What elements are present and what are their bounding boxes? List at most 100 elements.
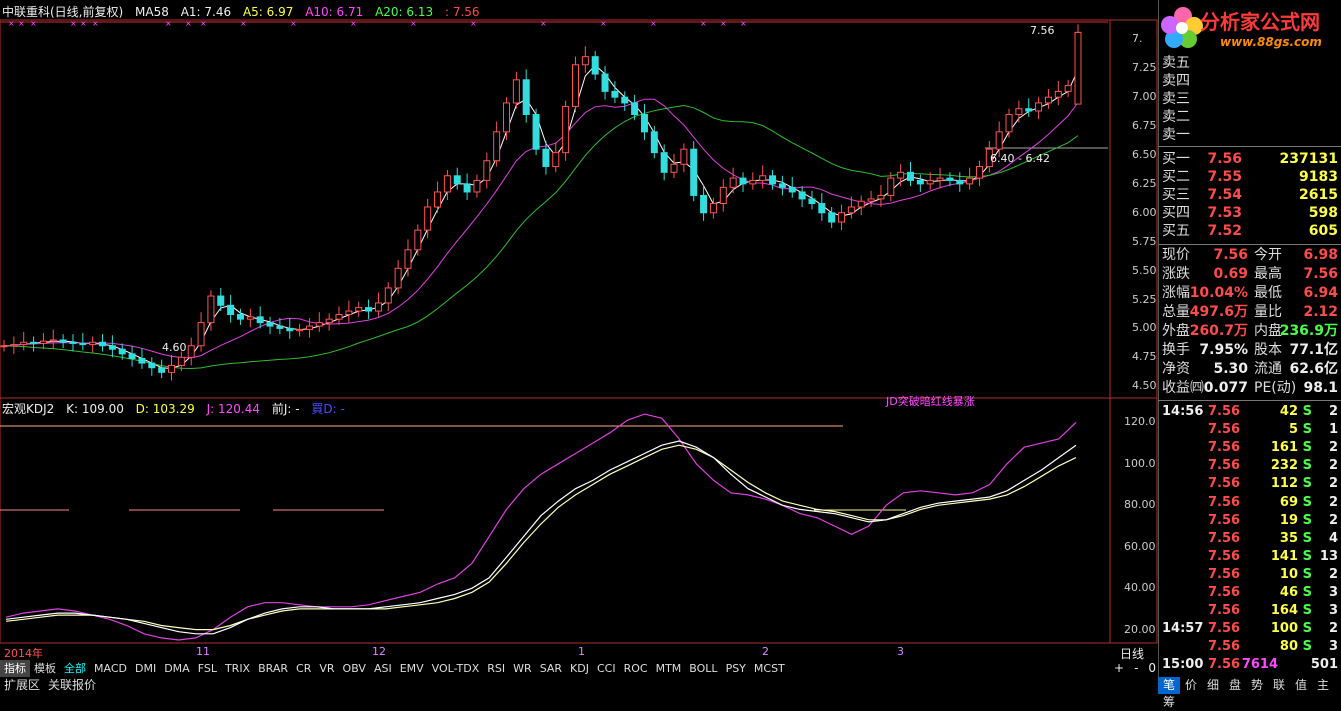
tab-dma[interactable]: DMA — [160, 660, 194, 677]
candle — [906, 161, 914, 187]
candle — [227, 294, 235, 323]
indicator-tick: 100.0 — [1124, 457, 1156, 470]
tab-cci[interactable]: CCI — [593, 660, 620, 677]
tab-关联报价[interactable]: 关联报价 — [44, 677, 100, 694]
cross-marker: × — [185, 19, 192, 28]
candle — [108, 335, 116, 358]
cross-marker: × — [70, 19, 77, 28]
panel-tab[interactable]: 联 — [1268, 677, 1290, 694]
tab-macd[interactable]: MACD — [90, 660, 131, 677]
tick-row[interactable]: 7.56 164 S 3 — [1162, 602, 1340, 620]
tab-指标[interactable]: 指标 — [0, 660, 30, 677]
panel-tab[interactable]: 细 — [1202, 677, 1224, 694]
tab-psy[interactable]: PSY — [722, 660, 750, 677]
tick-time: 14:56 — [1162, 404, 1204, 419]
tick-row[interactable]: 7.56 46 S 3 — [1162, 584, 1340, 602]
candle — [1064, 79, 1072, 98]
tab-obv[interactable]: OBV — [339, 660, 370, 677]
panel-tab[interactable]: 盘 — [1224, 677, 1246, 694]
tab-扩展区[interactable]: 扩展区 — [0, 677, 44, 694]
tick-row[interactable]: 14:56 7.56 42 S 2 — [1162, 403, 1340, 421]
panel-tab[interactable]: 笔 — [1158, 677, 1180, 694]
sell-row: 卖五 — [1162, 54, 1340, 72]
kdj-lines — [5, 413, 1077, 641]
order-price: 7.56 — [1207, 151, 1242, 167]
tick-row[interactable]: 7.56 141 S 13 — [1162, 548, 1340, 566]
candle — [739, 172, 747, 192]
candle — [966, 167, 974, 190]
tab-trix[interactable]: TRIX — [221, 660, 254, 677]
tick-volume: 7614 — [1241, 657, 1278, 673]
zoom-in-button[interactable]: + — [1114, 661, 1134, 675]
tab-boll[interactable]: BOLL — [685, 660, 721, 677]
tick-price: 7.56 — [1208, 585, 1241, 600]
tab-模板[interactable]: 模板 — [30, 660, 60, 677]
cross-marker: × — [350, 19, 357, 28]
panel-tab[interactable]: 主 — [1312, 677, 1334, 694]
tick-row[interactable]: 7.56 69 S 2 — [1162, 494, 1340, 512]
tick-row[interactable]: 7.56 80 S 3 — [1162, 638, 1340, 656]
logo-url[interactable]: www.88gs.com — [1220, 35, 1322, 49]
tab-mtm[interactable]: MTM — [652, 660, 686, 677]
candle — [818, 193, 826, 221]
panel-tab[interactable]: 筹 — [1158, 694, 1180, 711]
tick-row[interactable]: 7.56 161 S 2 — [1162, 439, 1340, 457]
candle — [39, 333, 47, 350]
tab-vol-tdx[interactable]: VOL-TDX — [428, 660, 484, 677]
tab-cr[interactable]: CR — [292, 660, 315, 677]
indicator-tick: 80.00 — [1124, 498, 1156, 511]
tab-roc[interactable]: ROC — [620, 660, 652, 677]
tab-全部[interactable]: 全部 — [60, 660, 90, 677]
candle — [808, 190, 816, 210]
tick-count: 1 — [1328, 422, 1338, 438]
tab-vr[interactable]: VR — [315, 660, 338, 677]
order-price: 7.52 — [1207, 223, 1242, 239]
month-label: 2 — [762, 645, 769, 658]
tick-volume: 112 — [1270, 476, 1298, 492]
tick-row[interactable]: 7.56 112 S 2 — [1162, 475, 1340, 493]
tick-row[interactable]: 7.56 232 S 2 — [1162, 457, 1340, 475]
zoom-out-button[interactable]: - — [1134, 661, 1148, 675]
tick-count: 13 — [1319, 548, 1338, 564]
tab-sar[interactable]: SAR — [536, 660, 566, 677]
tab-wr[interactable]: WR — [509, 660, 536, 677]
tab-dmi[interactable]: DMI — [131, 660, 160, 677]
indicator-tick: 40.00 — [1124, 581, 1156, 594]
tab-emv[interactable]: EMV — [396, 660, 428, 677]
order-label: 买五 — [1162, 223, 1190, 239]
tick-row[interactable]: 7.56 35 S 4 — [1162, 530, 1340, 548]
tick-row[interactable]: 15:00 7.56 7614 501 — [1162, 656, 1340, 674]
order-label: 卖二 — [1162, 109, 1190, 125]
tab-asi[interactable]: ASI — [370, 660, 396, 677]
indicator-tick: 120.0 — [1124, 415, 1156, 428]
order-label: 买四 — [1162, 205, 1190, 221]
high-annotation: 7.56 — [1030, 24, 1055, 37]
order-price: 7.53 — [1207, 205, 1242, 221]
tab-rsi[interactable]: RSI — [483, 660, 509, 677]
candle — [591, 50, 599, 80]
candle — [729, 167, 737, 194]
panel-tabs: 笔价细盘势联值主筹 — [1158, 677, 1341, 709]
tab-mcst[interactable]: MCST — [750, 660, 789, 677]
buy-row: 买四 7.53 598 — [1162, 204, 1340, 222]
tick-row[interactable]: 7.56 10 S 2 — [1162, 566, 1340, 584]
tick-row[interactable]: 14:57 7.56 100 S 2 — [1162, 620, 1340, 638]
candle — [670, 153, 678, 179]
panel-tab[interactable]: 价 — [1180, 677, 1202, 694]
tick-count: 2 — [1328, 476, 1338, 492]
order-volume: 237131 — [1279, 151, 1338, 167]
kline-chart[interactable]: × × × × × × × × × × × × × × × × × × × × — [0, 0, 1158, 660]
k-line — [5, 440, 1077, 635]
panel-tab[interactable]: 势 — [1246, 677, 1268, 694]
buy-row: 买五 7.52 605 — [1162, 222, 1340, 240]
tab-brar[interactable]: BRAR — [254, 660, 292, 677]
quote-value: 6.98 — [1303, 247, 1338, 263]
tab-fsl[interactable]: FSL — [194, 660, 221, 677]
tab-kdj[interactable]: KDJ — [566, 660, 593, 677]
tick-side: S — [1302, 512, 1312, 528]
tick-row[interactable]: 7.56 19 S 2 — [1162, 512, 1340, 530]
buy-d-value: 買D: - — [311, 402, 345, 416]
sell-row: 卖三 — [1162, 90, 1340, 108]
tick-row[interactable]: 7.56 5 S 1 — [1162, 421, 1340, 439]
panel-tab[interactable]: 值 — [1290, 677, 1312, 694]
